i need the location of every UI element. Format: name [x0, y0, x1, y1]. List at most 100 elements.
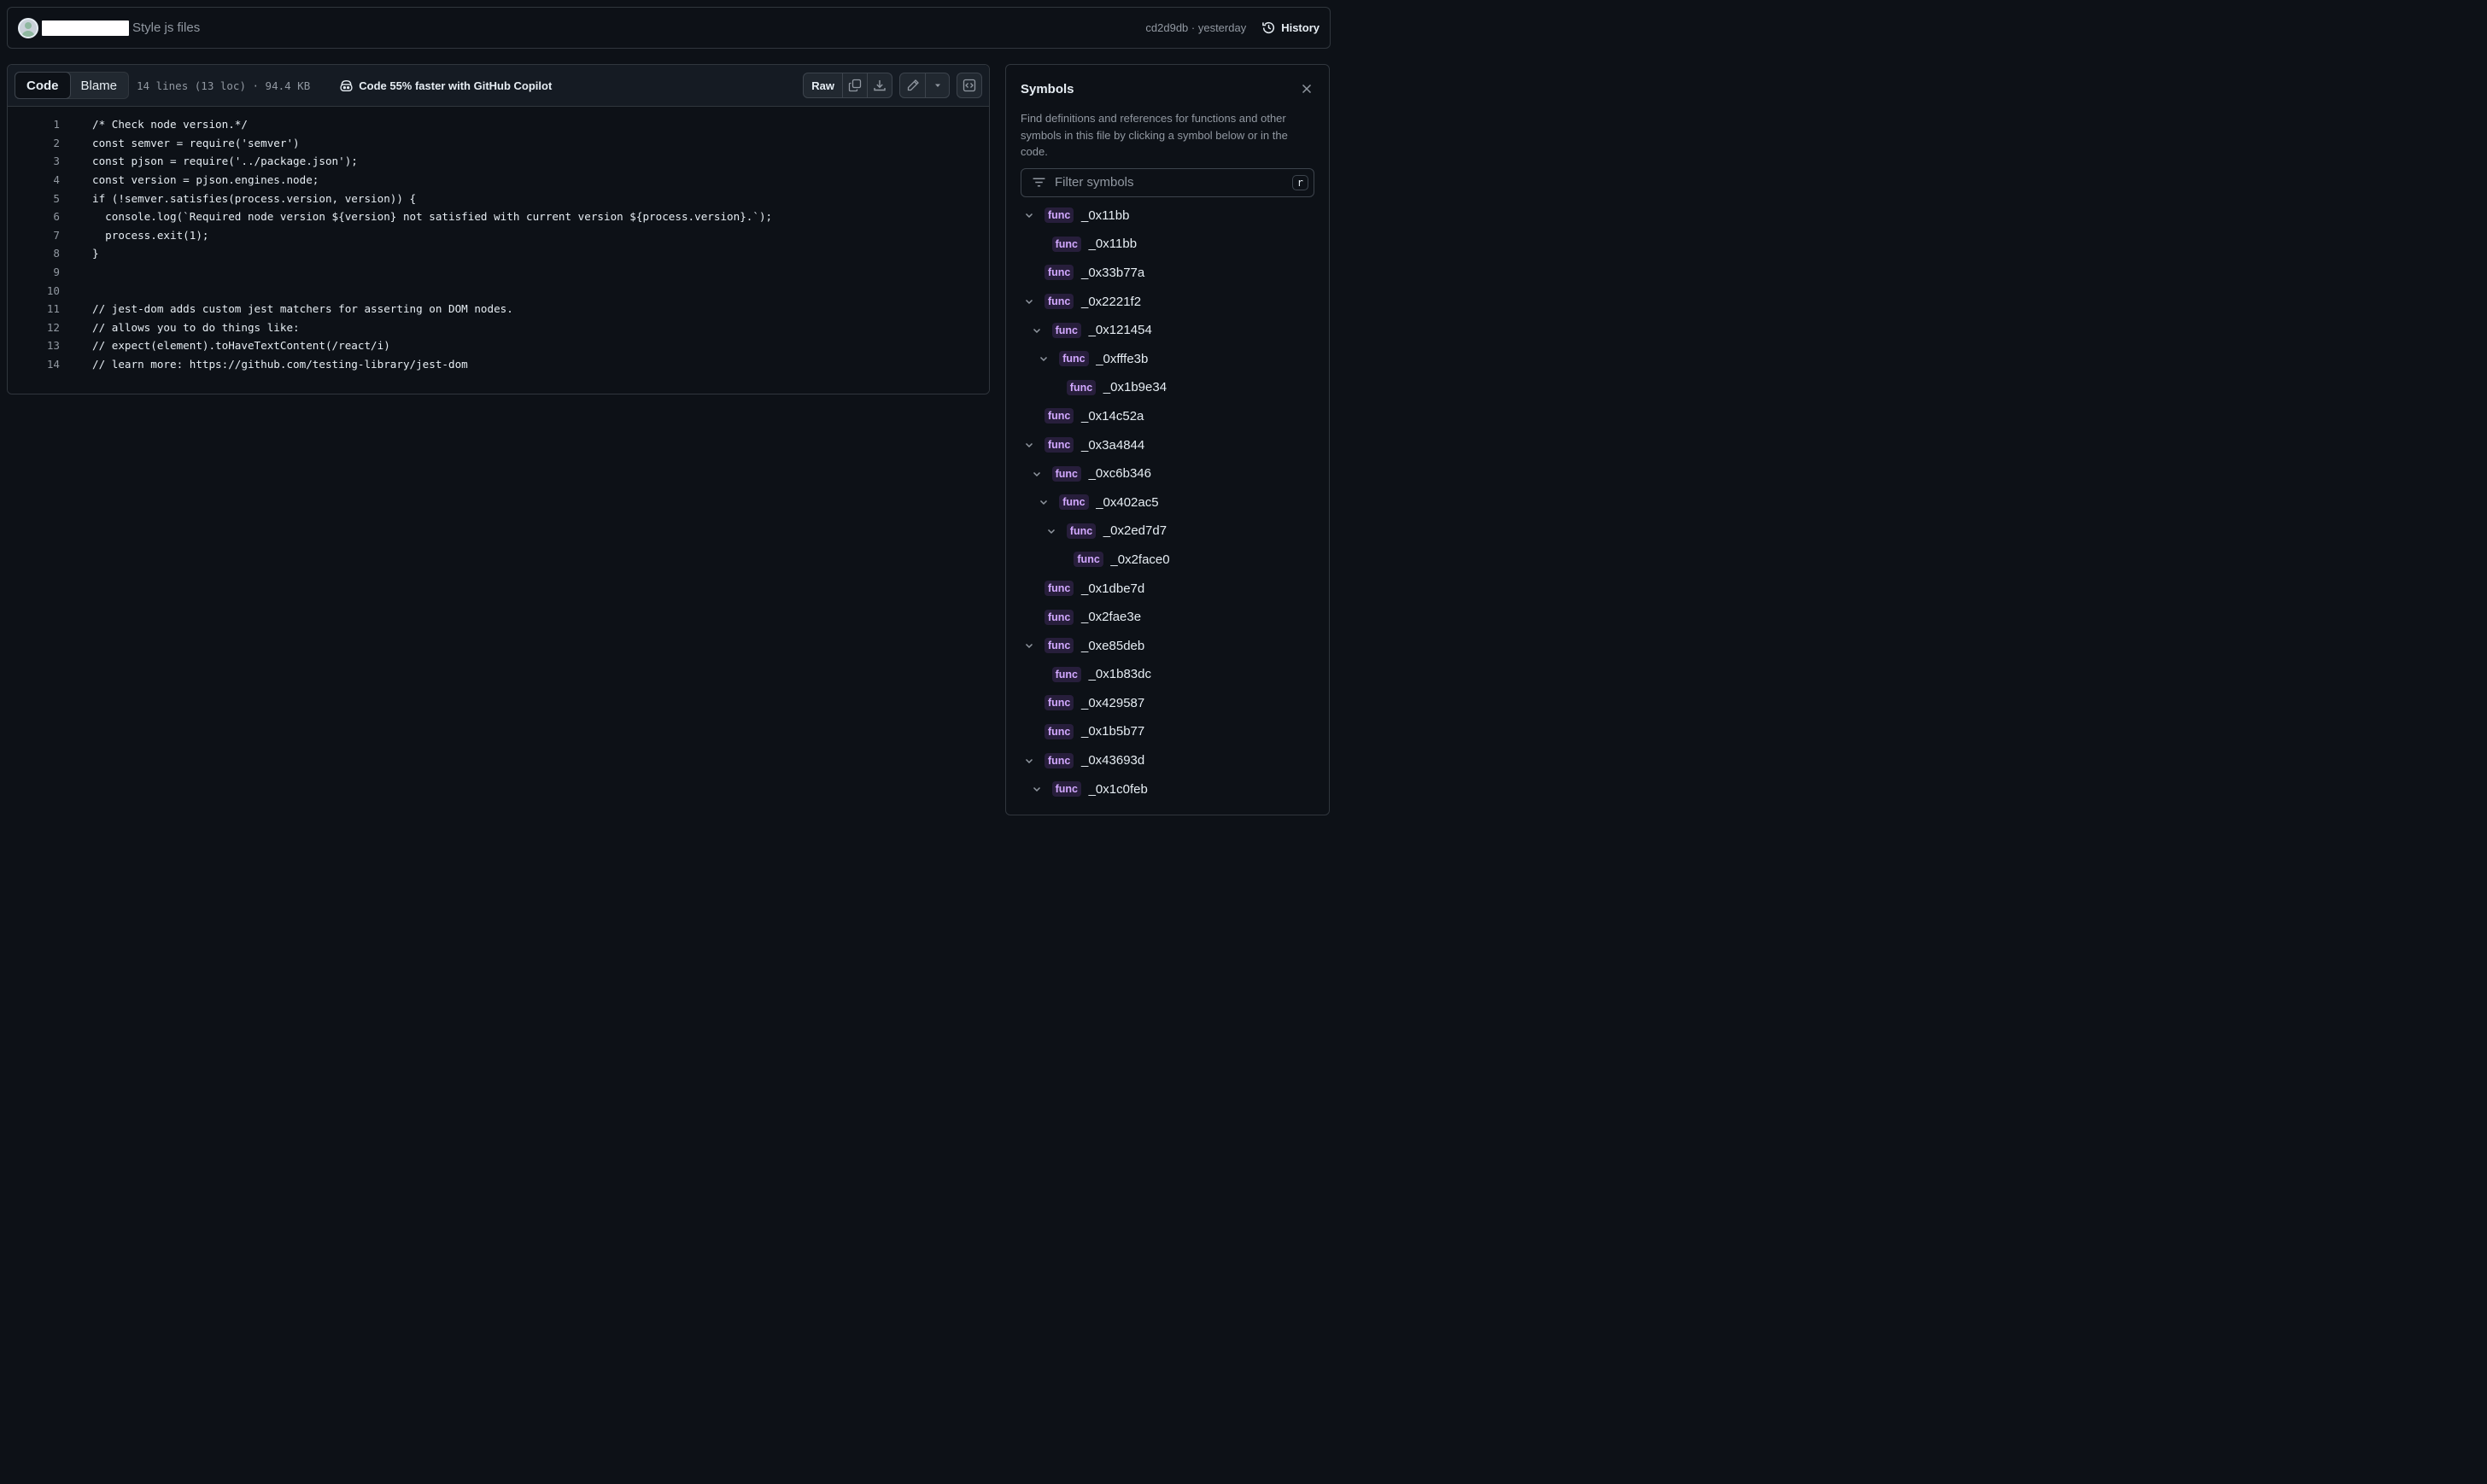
- commit-hash-time[interactable]: cd2d9db · yesterday: [1145, 21, 1246, 34]
- symbol-item[interactable]: func _0x402ac5: [1021, 488, 1314, 517]
- line-number[interactable]: 6: [8, 210, 60, 223]
- line-number[interactable]: 2: [8, 137, 60, 149]
- symbol-item[interactable]: func _0x11bb: [1021, 202, 1314, 231]
- code-line[interactable]: 5 if (!semver.satisfies(process.version, …: [8, 189, 989, 207]
- code-line[interactable]: 13 // expect(element).toHaveTextContent(/…: [8, 336, 989, 355]
- symbol-name: _0x1dbe7d: [1081, 581, 1145, 596]
- line-number[interactable]: 4: [8, 173, 60, 186]
- code-line[interactable]: 14 // learn more: https://github.com/test…: [8, 355, 989, 374]
- symbol-item[interactable]: func _0x2221f2: [1021, 287, 1314, 316]
- line-number[interactable]: 3: [8, 155, 60, 167]
- tab-blame[interactable]: Blame: [70, 73, 129, 98]
- file-actions: Raw: [803, 73, 982, 98]
- raw-button[interactable]: Raw: [804, 73, 842, 97]
- code-line[interactable]: 4 const version = pjson.engines.node;: [8, 171, 989, 190]
- commit-message[interactable]: Style js files: [132, 20, 200, 35]
- symbol-item[interactable]: func _0x2ed7d7: [1021, 517, 1314, 546]
- symbol-name: _0x1b5b77: [1081, 724, 1145, 739]
- code-line[interactable]: 1 /* Check node version.*/: [8, 115, 989, 134]
- symbol-name: _0x14c52a: [1081, 408, 1144, 424]
- symbol-item[interactable]: func _0x1b5b77: [1021, 717, 1314, 746]
- line-number[interactable]: 11: [8, 302, 60, 315]
- symbol-item[interactable]: func _0xfffe3b: [1021, 344, 1314, 373]
- code-line[interactable]: 8}: [8, 244, 989, 263]
- symbol-item[interactable]: func _0x1b83dc: [1021, 660, 1314, 689]
- code-view[interactable]: 1 /* Check node version.*/ 2 const semver =…: [8, 107, 989, 394]
- line-number[interactable]: 12: [8, 321, 60, 334]
- symbol-name: _0xc6b346: [1088, 466, 1151, 482]
- symbol-name: _0xfffe3b: [1096, 351, 1149, 366]
- symbol-item[interactable]: func _0x14c52a: [1021, 402, 1314, 431]
- line-code: // jest-dom adds custom jest matchers fo…: [92, 302, 513, 316]
- chevron-down-icon[interactable]: [1039, 497, 1049, 507]
- func-badge: func: [1051, 781, 1081, 798]
- copilot-promo-link[interactable]: Code 55% faster with GitHub Copilot: [339, 79, 552, 93]
- download-button[interactable]: [867, 73, 892, 97]
- code-line[interactable]: 2 const semver = require('semver'): [8, 134, 989, 153]
- symbols-toggle-button[interactable]: [957, 73, 982, 98]
- func-badge: func: [1045, 408, 1074, 424]
- symbol-item[interactable]: func _0x2fae3e: [1021, 603, 1314, 632]
- symbols-tree: func _0x11bb func _0x11bb func _0x33b77a func _…: [1021, 202, 1314, 803]
- symbol-item[interactable]: func _0x3a4844: [1021, 430, 1314, 459]
- symbol-item[interactable]: func _0x43693d: [1021, 746, 1314, 775]
- line-number[interactable]: 7: [8, 229, 60, 242]
- close-symbols-button[interactable]: [1299, 81, 1314, 96]
- edit-dropdown-button[interactable]: [925, 73, 949, 97]
- chevron-down-icon[interactable]: [1024, 640, 1034, 651]
- code-line[interactable]: 7 process.exit(1);: [8, 226, 989, 245]
- func-badge: func: [1045, 609, 1074, 625]
- code-line[interactable]: 6 console.log(`Required node version ${v…: [8, 207, 989, 226]
- symbol-item[interactable]: func _0x2face0: [1021, 546, 1314, 575]
- chevron-down-icon[interactable]: [1046, 526, 1056, 536]
- file-header: Code Blame 14 lines (13 loc) · 94.4 KB C…: [8, 65, 989, 107]
- line-code: }: [92, 247, 99, 260]
- symbol-item[interactable]: func _0xc6b346: [1021, 459, 1314, 488]
- tab-code[interactable]: Code: [15, 72, 71, 99]
- chevron-down-icon[interactable]: [1024, 756, 1034, 766]
- line-number[interactable]: 9: [8, 266, 60, 278]
- code-line[interactable]: 12 // allows you to do things like:: [8, 318, 989, 337]
- line-number[interactable]: 10: [8, 284, 60, 297]
- filter-symbols-input[interactable]: [1055, 175, 1292, 190]
- chevron-down-icon[interactable]: [1032, 784, 1042, 794]
- func-badge: func: [1045, 581, 1074, 597]
- copy-raw-button[interactable]: [842, 73, 867, 97]
- line-number[interactable]: 5: [8, 192, 60, 205]
- chevron-down-icon[interactable]: [1032, 469, 1042, 479]
- symbol-item[interactable]: func _0x1dbe7d: [1021, 574, 1314, 603]
- line-number[interactable]: 14: [8, 358, 60, 371]
- author-name-redacted: [42, 20, 129, 36]
- symbol-item[interactable]: func _0xe85deb: [1021, 631, 1314, 660]
- line-number[interactable]: 8: [8, 247, 60, 260]
- line-code: console.log(`Required node version ${ver…: [92, 210, 773, 224]
- code-line[interactable]: 11 // jest-dom adds custom jest matchers …: [8, 300, 989, 318]
- file-viewer: Code Blame 14 lines (13 loc) · 94.4 KB C…: [7, 64, 990, 394]
- code-line[interactable]: 3 const pjson = require('../package.json'…: [8, 152, 989, 171]
- filter-symbols-field[interactable]: r: [1021, 167, 1314, 197]
- func-badge: func: [1045, 294, 1074, 310]
- symbol-item[interactable]: func _0x11bb: [1021, 230, 1314, 259]
- code-line[interactable]: 9: [8, 263, 989, 282]
- line-number[interactable]: 1: [8, 118, 60, 131]
- chevron-down-icon[interactable]: [1024, 440, 1034, 450]
- symbol-name: _0x402ac5: [1096, 494, 1159, 510]
- edit-file-button[interactable]: [900, 73, 925, 97]
- symbol-item[interactable]: func _0x1b9e34: [1021, 373, 1314, 402]
- line-number[interactable]: 13: [8, 339, 60, 352]
- avatar[interactable]: [18, 17, 38, 38]
- chevron-down-icon[interactable]: [1039, 353, 1049, 364]
- code-line[interactable]: 10: [8, 281, 989, 300]
- symbols-panel: Symbols Find definitions and references …: [1005, 64, 1330, 815]
- history-button[interactable]: History: [1261, 20, 1320, 35]
- chevron-down-icon[interactable]: [1024, 210, 1034, 220]
- symbol-item[interactable]: func _0x1c0feb: [1021, 774, 1314, 803]
- func-badge: func: [1066, 379, 1097, 395]
- chevron-down-icon[interactable]: [1032, 325, 1042, 336]
- func-badge: func: [1045, 265, 1074, 281]
- symbol-item[interactable]: func _0x429587: [1021, 689, 1314, 718]
- chevron-down-icon[interactable]: [1024, 296, 1034, 307]
- file-meta: 14 lines (13 loc) · 94.4 KB: [137, 79, 311, 92]
- symbol-item[interactable]: func _0x121454: [1021, 316, 1314, 345]
- symbol-item[interactable]: func _0x33b77a: [1021, 259, 1314, 288]
